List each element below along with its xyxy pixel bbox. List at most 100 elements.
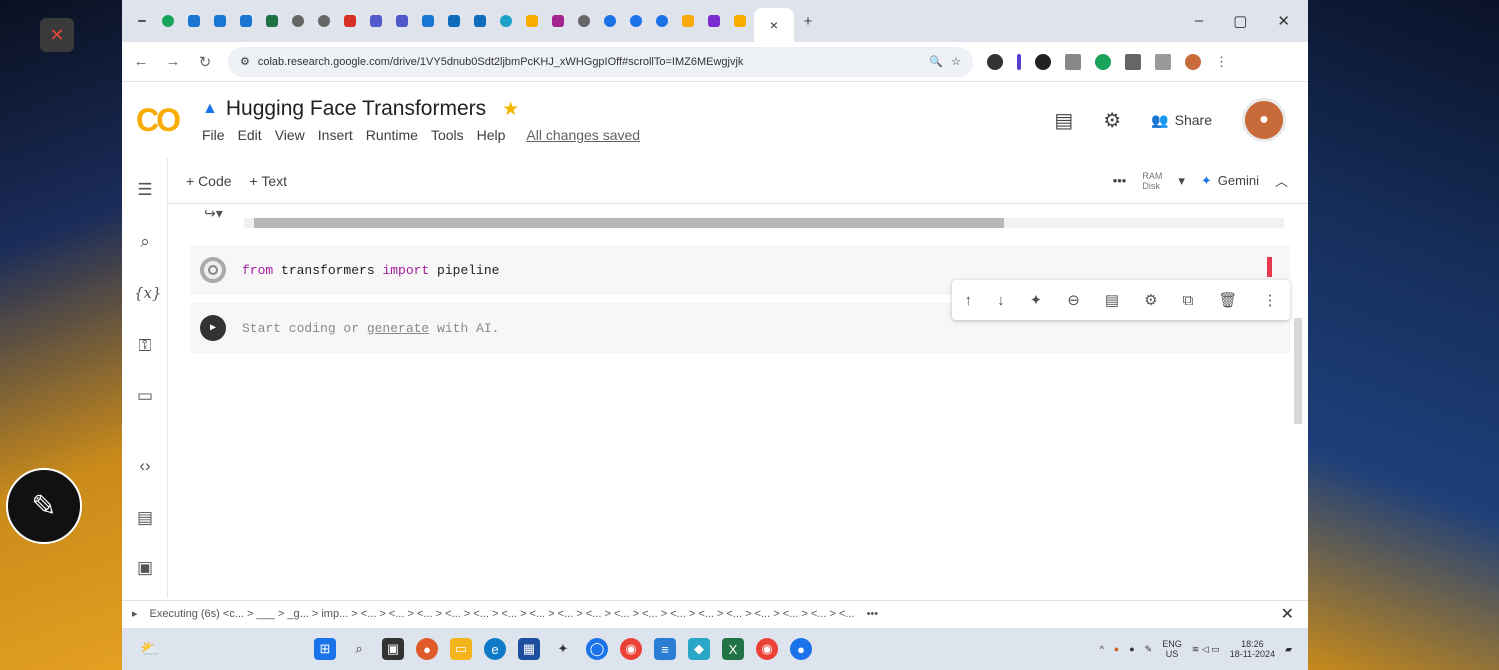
comments-icon[interactable]: ▤ xyxy=(1054,108,1073,133)
command-palette-icon[interactable]: ▤ xyxy=(134,508,156,530)
cell-placeholder[interactable]: Start coding or generate with AI. xyxy=(242,321,499,336)
tab-favicon[interactable] xyxy=(468,9,492,33)
horizontal-scrollbar[interactable] xyxy=(244,218,1284,228)
runtime-dropdown-icon[interactable]: ▾ xyxy=(1178,173,1185,189)
reading-list-icon[interactable] xyxy=(1125,53,1141,70)
chrome-icon[interactable]: ◉ xyxy=(620,638,642,660)
expand-status-icon[interactable]: ▸ xyxy=(132,607,138,620)
status-close-icon[interactable]: ✕ xyxy=(1281,604,1308,624)
collapse-chevron-icon[interactable]: ︿ xyxy=(1275,171,1288,190)
tab-favicon[interactable] xyxy=(598,9,622,33)
menu-edit[interactable]: Edit xyxy=(238,127,262,143)
search-icon[interactable]: ⌕ xyxy=(134,232,156,254)
run-cell-button[interactable]: ▶ xyxy=(200,315,226,341)
menu-runtime[interactable]: Runtime xyxy=(366,127,418,143)
excel-icon[interactable]: X xyxy=(722,638,744,660)
app-icon[interactable]: ◆ xyxy=(688,638,710,660)
extension-icon[interactable] xyxy=(1035,53,1051,70)
tab-favicon[interactable] xyxy=(312,9,336,33)
browser-menu-icon[interactable]: ⋮ xyxy=(1215,54,1228,70)
store-icon[interactable]: ▦ xyxy=(518,638,540,660)
tray-expand-icon[interactable]: ^ xyxy=(1100,644,1104,654)
scrollbar-thumb[interactable] xyxy=(254,218,1004,228)
extensions-puzzle-icon[interactable] xyxy=(1155,53,1171,70)
tab-favicon[interactable] xyxy=(234,9,258,33)
tab-favicon[interactable] xyxy=(390,9,414,33)
output-arrow-icon[interactable]: ↪▾ xyxy=(204,205,223,222)
key-icon[interactable]: ⚿ xyxy=(134,336,156,358)
code-line[interactable]: from transformers import pipeline xyxy=(242,263,499,278)
tab-favicon[interactable] xyxy=(416,9,440,33)
forward-icon[interactable]: → xyxy=(164,53,182,70)
app-icon[interactable]: ✦ xyxy=(552,638,574,660)
running-spinner-icon[interactable] xyxy=(200,257,226,283)
more-vert-icon[interactable]: ⋮ xyxy=(1262,291,1277,309)
shield-icon[interactable]: ◯ xyxy=(586,638,608,660)
app-icon[interactable]: ● xyxy=(416,638,438,660)
new-tab-button[interactable]: + xyxy=(796,9,820,33)
clock[interactable]: 18:26 18-11-2024 xyxy=(1230,639,1275,659)
tab-favicon[interactable] xyxy=(520,9,544,33)
cell-settings-icon[interactable]: ⚙ xyxy=(1144,291,1157,309)
gemini-sparkle-icon[interactable]: ✦ xyxy=(1030,291,1043,309)
tab-favicon[interactable] xyxy=(624,9,648,33)
docs-icon[interactable]: ≡ xyxy=(654,638,676,660)
code-snippets-icon[interactable]: ‹› xyxy=(134,456,156,478)
drive-icon[interactable]: ▲ xyxy=(202,100,218,118)
menu-file[interactable]: File xyxy=(202,127,225,143)
back-icon[interactable]: ← xyxy=(132,53,150,70)
app-icon[interactable]: ● xyxy=(790,638,812,660)
menu-help[interactable]: Help xyxy=(477,127,506,143)
tab-favicon[interactable] xyxy=(156,9,180,33)
terminal-icon[interactable]: ▣ xyxy=(134,558,156,580)
vertical-scrollbar[interactable] xyxy=(1294,318,1302,424)
weather-widget-icon[interactable]: ⛅ xyxy=(122,639,162,659)
tab-favicon[interactable] xyxy=(676,9,700,33)
move-down-icon[interactable]: ↓ xyxy=(997,292,1005,309)
gemini-button[interactable]: ✦ Gemini xyxy=(1201,173,1259,189)
tab-favicon[interactable] xyxy=(650,9,674,33)
tab-favicon[interactable] xyxy=(728,9,752,33)
minimize-button[interactable]: – xyxy=(1195,12,1203,30)
zoom-icon[interactable]: 🔍 xyxy=(929,55,943,68)
more-options-button[interactable]: ••• xyxy=(1113,173,1127,188)
settings-gear-icon[interactable]: ⚙ xyxy=(1103,108,1121,133)
comment-icon[interactable]: ▤ xyxy=(1105,291,1119,309)
tab-favicon[interactable] xyxy=(130,9,154,33)
extension-icon[interactable] xyxy=(1095,53,1111,70)
add-code-button[interactable]: + Code xyxy=(186,173,232,189)
move-up-icon[interactable]: ↑ xyxy=(965,292,973,309)
status-more-button[interactable]: ••• xyxy=(867,608,879,620)
notebook-title[interactable]: Hugging Face Transformers xyxy=(226,97,486,121)
chrome-profile-icon[interactable]: ◉ xyxy=(756,638,778,660)
notifications-icon[interactable]: ▰ xyxy=(1285,644,1292,655)
active-tab-close-button[interactable]: × xyxy=(754,8,794,42)
colab-logo[interactable]: CO xyxy=(136,102,192,139)
save-status-link[interactable]: All changes saved xyxy=(526,127,640,143)
pen-edit-button[interactable]: ✎ xyxy=(6,468,82,544)
toc-icon[interactable]: ☰ xyxy=(134,180,156,202)
generate-link[interactable]: generate xyxy=(367,321,429,336)
task-view-icon[interactable]: ▣ xyxy=(382,638,404,660)
file-explorer-icon[interactable]: ▭ xyxy=(450,638,472,660)
mirror-cell-icon[interactable]: ⧉ xyxy=(1183,292,1194,309)
tab-favicon[interactable] xyxy=(182,9,206,33)
close-window-button[interactable]: ✕ xyxy=(1277,12,1290,30)
extension-icon[interactable] xyxy=(1065,53,1081,70)
url-text[interactable]: colab.research.google.com/drive/1VY5dnub… xyxy=(258,56,922,68)
avatar[interactable]: ● xyxy=(1242,98,1286,142)
tray-app-icon[interactable]: ● xyxy=(1129,644,1134,654)
menu-insert[interactable]: Insert xyxy=(318,127,353,143)
edge-icon[interactable]: e xyxy=(484,638,506,660)
bookmark-star-icon[interactable]: ☆ xyxy=(951,55,961,68)
star-icon[interactable]: ★ xyxy=(502,98,519,121)
omnibox[interactable]: ⚙ colab.research.google.com/drive/1VY5dn… xyxy=(228,46,973,77)
folder-icon[interactable]: ▭ xyxy=(134,386,156,408)
tab-favicon[interactable] xyxy=(260,9,284,33)
tab-favicon[interactable] xyxy=(546,9,570,33)
ram-disk-indicator[interactable]: RAM Disk xyxy=(1142,171,1162,191)
menu-tools[interactable]: Tools xyxy=(431,127,464,143)
tab-favicon[interactable] xyxy=(208,9,232,33)
menu-view[interactable]: View xyxy=(275,127,305,143)
extension-icon[interactable] xyxy=(987,53,1003,70)
